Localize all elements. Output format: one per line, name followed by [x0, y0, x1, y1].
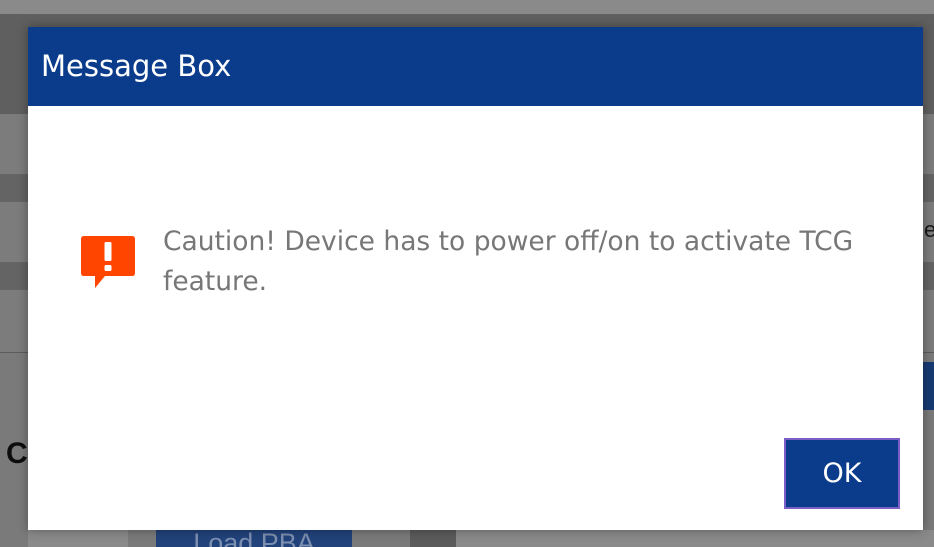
- background-band: [0, 0, 934, 14]
- dialog-message: Caution! Device has to power off/on to a…: [163, 226, 854, 297]
- dialog-titlebar: Message Box: [28, 27, 923, 106]
- background-strip: [456, 530, 934, 547]
- ok-button[interactable]: OK: [784, 438, 900, 509]
- background-edge-text: e: [924, 217, 934, 242]
- background-strip: [410, 530, 456, 547]
- message-box-dialog: Message Box Caution! Device has to power…: [28, 27, 923, 530]
- dialog-title: Message Box: [41, 49, 232, 83]
- caution-alert-icon: [81, 236, 135, 288]
- background-heading-fragment: C: [6, 437, 28, 470]
- screen: C e Load PBA Message Box Caution! Device…: [0, 0, 934, 547]
- caution-alert-icon-bar: [104, 242, 112, 261]
- background-edge-button: [922, 362, 934, 410]
- caution-alert-icon-dot: [104, 265, 112, 271]
- background-strip: [28, 530, 128, 547]
